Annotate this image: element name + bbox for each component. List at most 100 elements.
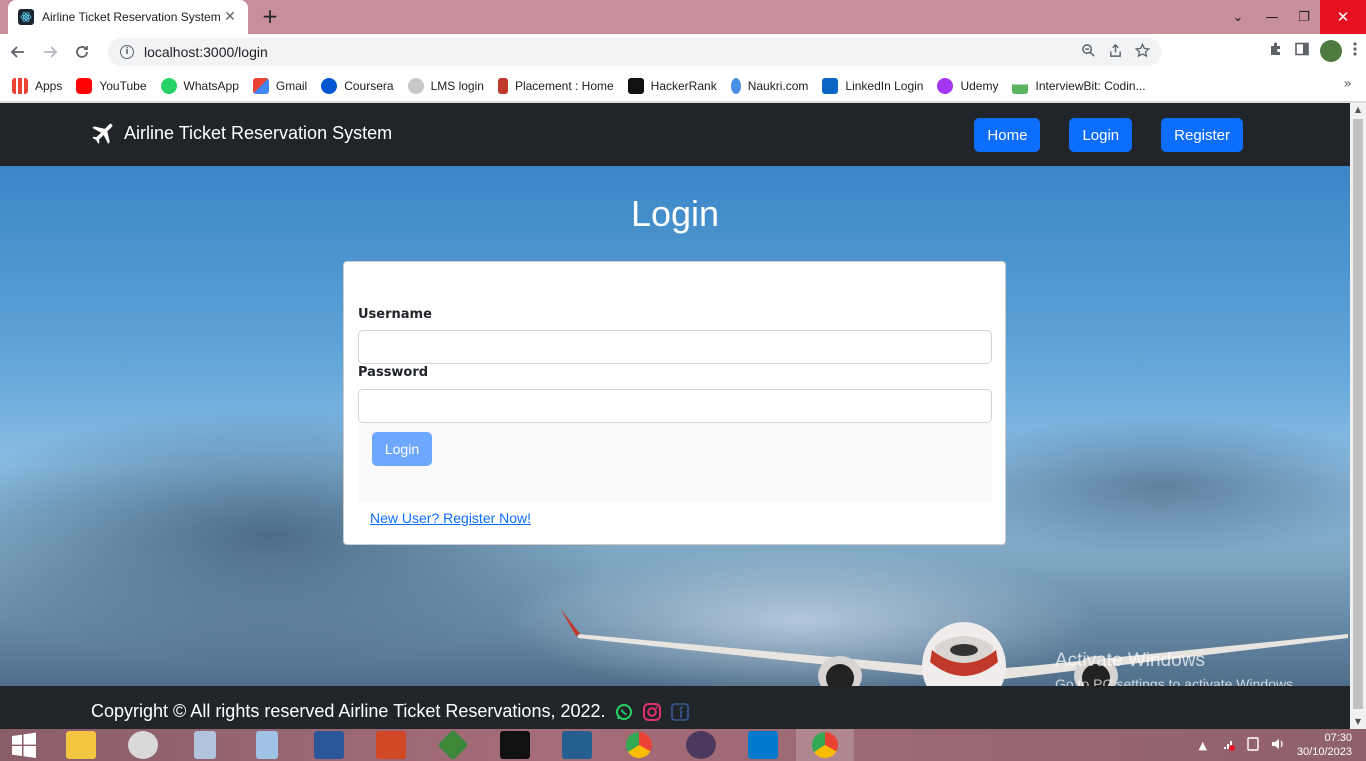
tray-overflow-icon[interactable]: ▲ xyxy=(1198,739,1206,752)
gmail-icon xyxy=(252,77,269,94)
window-controls: ⌄ — ❐ ✕ xyxy=(1233,0,1366,34)
system-clock[interactable]: 07:30 30/10/2023 xyxy=(1297,731,1352,759)
bookmarks-bar: Apps YouTube WhatsApp Gmail Coursera LMS… xyxy=(0,70,1366,102)
username-input[interactable] xyxy=(358,330,992,364)
notepad-icon xyxy=(256,731,278,759)
site-brand[interactable]: Airline Ticket Reservation System xyxy=(90,119,392,147)
bookmark-coursera[interactable]: Coursera xyxy=(321,77,394,94)
page-viewport: Airline Ticket Reservation System Home L… xyxy=(0,103,1350,729)
bookmark-gmail[interactable]: Gmail xyxy=(252,77,307,94)
bookmark-naukri[interactable]: Naukri.com xyxy=(730,77,808,94)
bookmark-hackerrank[interactable]: HackerRank xyxy=(627,77,717,94)
bookmark-placement[interactable]: Placement : Home xyxy=(497,77,614,94)
reload-icon[interactable] xyxy=(68,38,96,66)
tab-title: Airline Ticket Reservation System xyxy=(42,10,221,24)
chrome-menu-icon[interactable] xyxy=(1352,41,1358,61)
scroll-thumb[interactable] xyxy=(1353,119,1363,709)
close-window-button[interactable]: ✕ xyxy=(1320,0,1366,34)
taskbar-calculator[interactable] xyxy=(176,729,234,761)
powerpoint-icon xyxy=(376,731,406,759)
taskbar-mysql-workbench[interactable] xyxy=(548,729,606,761)
extensions-icon[interactable] xyxy=(1268,41,1284,61)
nav-home-button[interactable]: Home xyxy=(974,118,1041,152)
windows-logo-icon xyxy=(12,732,36,758)
naukri-icon xyxy=(730,77,741,94)
word-icon xyxy=(314,731,344,759)
login-form: Username Password Login xyxy=(358,270,992,502)
coursera-icon xyxy=(321,77,338,94)
password-input[interactable] xyxy=(358,389,992,423)
scroll-up-icon[interactable]: ▲ xyxy=(1350,103,1366,117)
bookmark-youtube[interactable]: YouTube xyxy=(76,77,147,94)
vscode-icon xyxy=(748,731,778,759)
taskbar-word[interactable] xyxy=(300,729,358,761)
bookmark-linkedin[interactable]: LinkedIn Login xyxy=(822,77,923,94)
volume-icon[interactable] xyxy=(1271,737,1285,754)
bookmark-udemy[interactable]: Udemy xyxy=(937,77,998,94)
mysql-workbench-icon xyxy=(562,731,592,759)
bookmark-lms[interactable]: LMS login xyxy=(407,77,484,94)
bookmark-whatsapp[interactable]: WhatsApp xyxy=(160,77,239,94)
instagram-icon[interactable] xyxy=(642,702,662,722)
device-icon[interactable] xyxy=(1247,736,1259,754)
taskbar-file-explorer[interactable] xyxy=(52,729,110,761)
chrome-icon xyxy=(626,732,652,758)
tab-search-icon[interactable]: ⌄ xyxy=(1222,0,1254,34)
zoom-icon[interactable] xyxy=(1081,43,1096,62)
nav-login-button[interactable]: Login xyxy=(1069,118,1133,152)
taskbar-mysql-shell[interactable] xyxy=(486,729,544,761)
taskbar-snipping-tool[interactable] xyxy=(114,729,172,761)
address-bar[interactable]: i localhost:3000/login xyxy=(108,38,1162,66)
browser-tab[interactable]: Airline Ticket Reservation System ✕ xyxy=(8,0,248,34)
airplane-icon xyxy=(92,123,113,144)
site-navbar: Airline Ticket Reservation System Home L… xyxy=(0,103,1350,166)
tab-close-icon[interactable]: ✕ xyxy=(222,9,238,25)
scroll-down-icon[interactable]: ▼ xyxy=(1350,715,1366,729)
facebook-icon[interactable] xyxy=(670,702,690,722)
mysql-shell-icon xyxy=(500,731,530,759)
system-tray: ▲ 07:30 30/10/2023 xyxy=(1198,729,1352,761)
new-tab-button[interactable]: + xyxy=(258,5,282,29)
taskbar-notepad[interactable] xyxy=(238,729,296,761)
start-button[interactable] xyxy=(0,729,48,761)
bookmark-interviewbit[interactable]: InterviewBit: Codin... xyxy=(1012,77,1146,94)
taskbar-vscode[interactable] xyxy=(734,729,792,761)
clock-time: 07:30 xyxy=(1324,732,1352,744)
url-text[interactable]: localhost:3000/login xyxy=(144,44,1081,60)
profile-avatar[interactable] xyxy=(1320,40,1342,62)
taskbar-chrome-active[interactable] xyxy=(796,729,854,761)
site-info-icon[interactable]: i xyxy=(120,45,134,59)
whatsapp-icon xyxy=(160,77,177,94)
snipping-tool-icon xyxy=(128,731,158,759)
minimize-button[interactable]: — xyxy=(1256,0,1288,34)
page-scrollbar[interactable]: ▲ ▼ xyxy=(1350,103,1366,729)
java-ee-ide-icon xyxy=(686,731,716,759)
nodejs-icon xyxy=(437,729,469,761)
login-submit-button[interactable]: Login xyxy=(372,432,432,466)
calculator-icon xyxy=(194,731,216,759)
back-icon[interactable] xyxy=(4,38,32,66)
browser-tabstrip: Airline Ticket Reservation System ✕ + ⌄ … xyxy=(0,0,1366,34)
side-panel-icon[interactable] xyxy=(1294,41,1310,61)
chrome-active-icon xyxy=(812,732,838,758)
brand-title: Airline Ticket Reservation System xyxy=(124,122,393,143)
more-bookmarks-icon[interactable]: » xyxy=(1343,76,1352,92)
taskbar-powerpoint[interactable] xyxy=(362,729,420,761)
forward-icon[interactable] xyxy=(36,38,64,66)
taskbar-nodejs[interactable] xyxy=(424,729,482,761)
site-footer: Copyright © All rights reserved Airline … xyxy=(0,686,1350,729)
bookmark-star-icon[interactable] xyxy=(1134,42,1151,62)
clock-date: 30/10/2023 xyxy=(1296,746,1352,758)
share-icon[interactable] xyxy=(1108,43,1123,62)
network-icon[interactable] xyxy=(1219,737,1235,754)
whatsapp-icon[interactable] xyxy=(614,702,634,722)
bookmark-apps[interactable]: Apps xyxy=(12,77,62,94)
taskbar-java-ee-ide[interactable] xyxy=(672,729,730,761)
windows-taskbar: ▲ 07:30 30/10/2023 xyxy=(0,729,1366,761)
nav-register-button[interactable]: Register xyxy=(1161,118,1243,152)
watermark-title: Activate Windows xyxy=(1055,650,1205,671)
file-explorer-icon xyxy=(66,731,96,759)
taskbar-chrome[interactable] xyxy=(610,729,668,761)
register-link[interactable]: New User? Register Now! xyxy=(370,510,531,526)
restore-button[interactable]: ❐ xyxy=(1288,0,1320,34)
